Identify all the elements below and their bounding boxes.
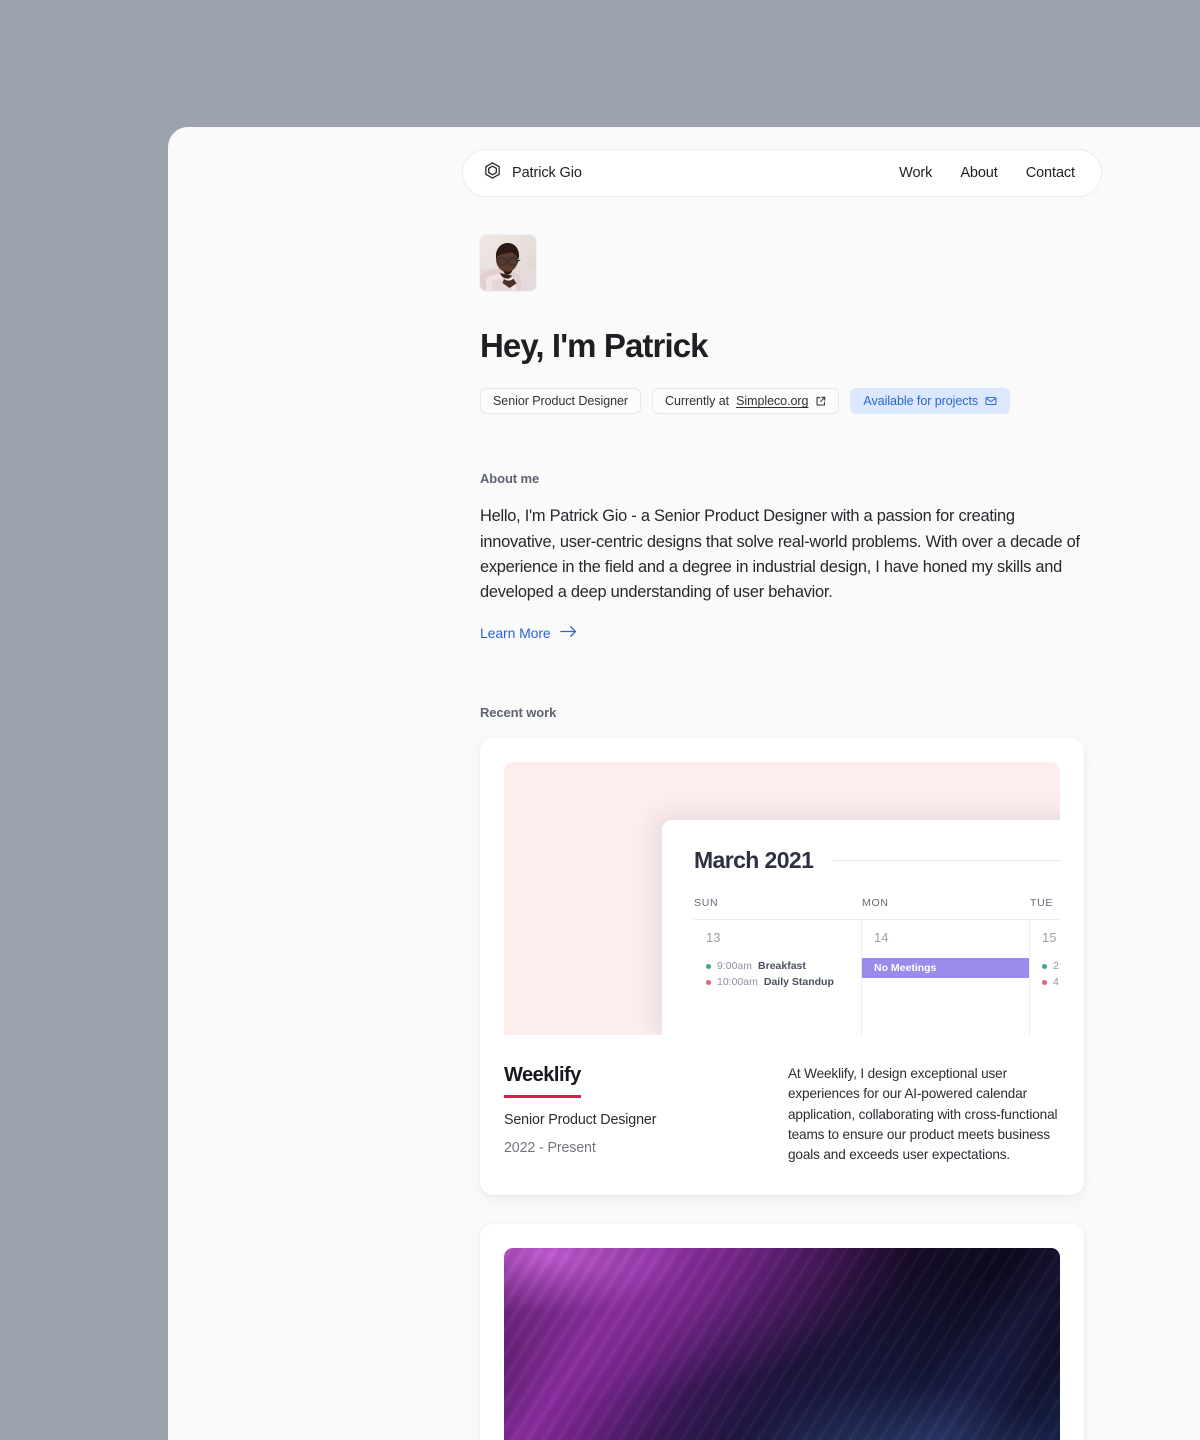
project-period: 2022 - Present (504, 1140, 596, 1157)
external-link-icon (815, 396, 826, 407)
nav-link-work[interactable]: Work (899, 165, 932, 181)
calendar-header: March 2021 (694, 847, 1060, 874)
badge-role-label: Senior Product Designer (493, 394, 629, 409)
project-role: Senior Product Designer (504, 1112, 657, 1129)
calendar-dow-tue: TUE (1030, 897, 1054, 910)
event-time: 4:0 (1053, 976, 1060, 989)
calendar-daynum: 13 (706, 930, 721, 946)
calendar-cell-13[interactable]: 13 9:00am Breakfast 10:00am Daily Standu… (694, 919, 862, 1036)
avatar-photo (480, 235, 536, 291)
page-title: Hey, I'm Patrick (480, 327, 709, 364)
event-dot-icon (706, 979, 711, 985)
work-section: Recent work March 2021 SUN MON TUE 13 9:… (480, 705, 1084, 1440)
calendar-events: 2:0 4:0 (1030, 958, 1060, 990)
calendar-header-divider (833, 860, 1060, 862)
project-card-body: Weeklify Senior Product Designer 2022 - … (504, 1035, 1060, 1195)
calendar-grid: SUN MON TUE 13 9:00am Breakfast 10:00am … (694, 897, 1060, 1036)
page-scroll-container[interactable]: Patrick Gio Work About Contact Hey, I'm … (168, 127, 1200, 1440)
nav-link-contact[interactable]: Contact (1026, 165, 1075, 181)
calendar-event[interactable]: 9:00am Breakfast (694, 958, 861, 974)
calendar-event[interactable]: 4:0 (1030, 974, 1060, 990)
calendar-events: No Meetings (862, 958, 1029, 979)
event-time: 2:0 (1053, 960, 1060, 973)
site-nav: Patrick Gio Work About Contact (462, 149, 1102, 197)
calendar-daynum: 15 (1042, 930, 1057, 946)
nav-links: Work About Contact (899, 165, 1075, 181)
badge-current-company[interactable]: Currently at Simpleco.org (652, 388, 840, 415)
calendar-cell-15[interactable]: 15 2:0 4:0 (1030, 919, 1060, 1035)
calendar-events: 9:00am Breakfast 10:00am Daily Standup (694, 958, 861, 990)
browser-window: Patrick Gio Work About Contact Hey, I'm … (168, 127, 1200, 1440)
calendar-app-preview: March 2021 SUN MON TUE 13 9:00am Breakfa… (662, 820, 1060, 1036)
event-dot-icon (1042, 979, 1047, 985)
calendar-event-block[interactable]: No Meetings (862, 958, 1029, 979)
learn-more-link[interactable]: Learn More (480, 625, 577, 641)
project-meta: Weeklify Senior Product Designer 2022 - … (504, 1064, 766, 1165)
about-section: About me Hello, I'm Patrick Gio - a Seni… (480, 471, 1084, 643)
hexagon-logo-icon (483, 161, 502, 185)
brand-label: Patrick Gio (512, 165, 582, 181)
badge-row: Senior Product Designer Currently at Sim… (480, 388, 1084, 415)
project-description: At Weeklify, I design exceptional user e… (788, 1066, 1058, 1162)
badge-availability-label: Available for projects (863, 394, 979, 409)
project-card-second[interactable] (480, 1223, 1084, 1440)
badge-role: Senior Product Designer (480, 388, 642, 415)
calendar-dow-mon: MON (862, 897, 889, 910)
about-body: Hello, I'm Patrick Gio - a Senior Produc… (480, 507, 1080, 602)
event-time: 9:00am (717, 960, 753, 973)
event-dot-icon (1042, 963, 1047, 969)
event-dot-icon (706, 963, 711, 969)
calendar-event[interactable]: 10:00am Daily Standup (694, 974, 861, 990)
work-label: Recent work (480, 705, 557, 721)
nav-link-about[interactable]: About (960, 165, 998, 181)
calendar-cell-14[interactable]: 14 No Meetings (862, 919, 1030, 1036)
project-preview-image (504, 1247, 1060, 1440)
badge-current-prefix: Currently at (665, 394, 730, 409)
badge-company-link[interactable]: Simpleco.org (736, 394, 808, 408)
project-preview-calendar: March 2021 SUN MON TUE 13 9:00am Breakfa… (504, 762, 1060, 1036)
calendar-month-label: March 2021 (694, 847, 814, 874)
main-column: Hey, I'm Patrick Senior Product Designer… (480, 235, 1084, 1440)
project-card-weeklify[interactable]: March 2021 SUN MON TUE 13 9:00am Breakfa… (480, 738, 1084, 1195)
calendar-daynum: 14 (874, 930, 889, 946)
calendar-dow-sun: SUN (694, 897, 719, 910)
brand[interactable]: Patrick Gio (483, 161, 582, 185)
arrow-right-icon (559, 625, 577, 641)
learn-more-label: Learn More (480, 625, 551, 642)
calendar-event[interactable]: 2:0 (1030, 958, 1060, 974)
about-label: About me (480, 471, 540, 487)
badge-availability[interactable]: Available for projects (850, 388, 1011, 415)
mail-icon (985, 395, 997, 407)
project-name: Weeklify (504, 1064, 581, 1099)
avatar (480, 235, 536, 291)
event-time: 10:00am (717, 976, 758, 989)
event-title: Breakfast (758, 960, 806, 973)
event-title: Daily Standup (763, 976, 834, 989)
